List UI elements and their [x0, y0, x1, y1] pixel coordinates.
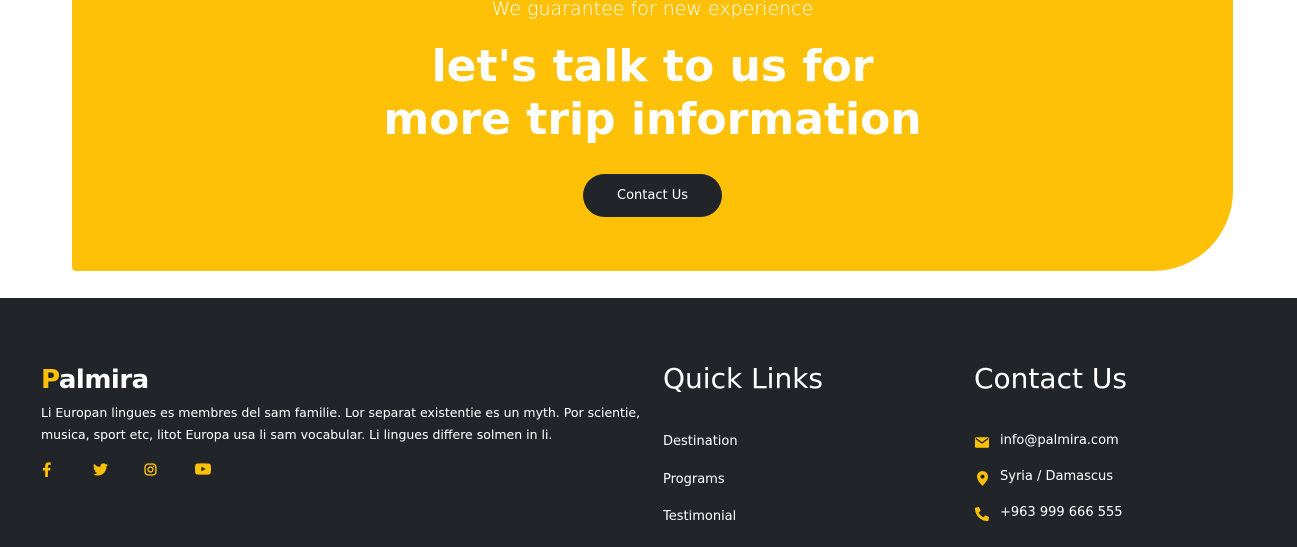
envelope-icon [974, 434, 990, 450]
quick-link-programs[interactable]: Programs [663, 472, 725, 487]
brand-initial: P [41, 365, 59, 395]
contact-location: Syria / Damascus [1000, 469, 1114, 484]
contact-email: info@palmira.com [1000, 433, 1119, 448]
contact-us-button[interactable]: Contact Us [583, 174, 722, 217]
facebook-icon[interactable] [37, 460, 55, 478]
brand-logo[interactable]: Palmira [41, 365, 149, 395]
map-pin-icon [974, 470, 990, 486]
instagram-icon[interactable] [141, 460, 159, 478]
brand-name-rest: almira [58, 365, 149, 395]
cta-banner: We guarantee for new experience let's ta… [72, 0, 1233, 271]
quick-link-destination[interactable]: Destination [663, 434, 738, 449]
contact-us-title: Contact Us [974, 362, 1127, 395]
contact-phone: +963 999 666 555 [1000, 505, 1123, 520]
cta-title-line-1: let's talk to us for [431, 41, 874, 92]
cta-title-line-2: more trip information [383, 94, 922, 145]
quick-links-title: Quick Links [663, 362, 824, 395]
cta-subtitle: We guarantee for new experience [491, 0, 814, 20]
youtube-icon[interactable] [194, 460, 212, 478]
phone-icon [974, 506, 990, 522]
footer-description: Li Europan lingues es membres del sam fa… [41, 405, 641, 442]
twitter-icon[interactable] [91, 460, 109, 478]
footer: Palmira Li Europan lingues es membres de… [0, 298, 1297, 547]
quick-link-testimonial[interactable]: Testimonial [663, 509, 736, 524]
cta-title: let's talk to us for more trip informati… [72, 40, 1233, 146]
